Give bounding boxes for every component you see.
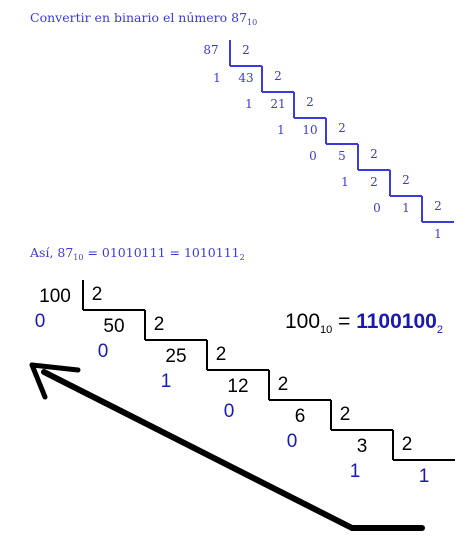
bottom-divisor: 2: [340, 404, 351, 425]
top-dividend: 87: [203, 43, 218, 57]
bottom-remainder: 1: [161, 371, 172, 392]
top-division: Convertir en binario el número 8710 87 2 4…: [29, 10, 454, 262]
top-divisor: 2: [274, 69, 282, 83]
top-final-quotient: 1: [434, 227, 442, 241]
bottom-final-quotient: 1: [419, 466, 430, 487]
top-quotient: 1: [402, 201, 410, 215]
top-quotient: 43: [238, 71, 253, 85]
top-title: Convertir en binario el número 8710: [30, 10, 257, 27]
bottom-quotient: 3: [357, 436, 368, 457]
top-quotient: 5: [338, 149, 346, 163]
bottom-remainder: 0: [35, 311, 46, 332]
bottom-division: 100 250 225 212 26 23 2001001 1 10010 = 1100100…: [29, 280, 455, 531]
top-quotient: 21: [270, 97, 285, 111]
bottom-quotient: 12: [227, 376, 248, 397]
bottom-divisor: 2: [92, 284, 103, 305]
top-remainder: 0: [309, 149, 317, 163]
top-remainder: 0: [373, 201, 381, 215]
top-result: Así, 8710 = 01010111 = 10101112: [29, 245, 245, 262]
bottom-divisor: 2: [402, 434, 413, 455]
bottom-quotient: 25: [165, 346, 186, 367]
top-remainder: 1: [213, 71, 221, 85]
top-divisor: 2: [242, 43, 250, 57]
bottom-remainder: 1: [350, 461, 361, 482]
top-divisor: 2: [338, 121, 346, 135]
bottom-dividend: 100: [39, 286, 71, 307]
bottom-divisor: 2: [154, 314, 165, 335]
bottom-staircase-lines: [82, 280, 455, 461]
bottom-remainder: 0: [98, 341, 109, 362]
arrow-head-upper: [29, 362, 81, 373]
top-divisor: 2: [370, 147, 378, 161]
arrow-shaft: [41, 369, 355, 531]
top-quotient: 2: [370, 175, 378, 189]
top-divisor: 2: [306, 95, 314, 109]
bottom-quotient: 50: [103, 316, 124, 337]
bottom-remainder: 0: [224, 401, 235, 422]
bottom-remainder: 0: [287, 431, 298, 452]
bottom-quotient: 6: [295, 406, 306, 427]
bottom-divisor: 2: [216, 344, 227, 365]
top-staircase-numbers: 87 2431 2211 2101 250 221 210 21: [203, 43, 441, 241]
top-remainder: 1: [341, 175, 349, 189]
bottom-equation: 10010 = 11001002: [285, 310, 443, 336]
bottom-divisor: 2: [278, 374, 289, 395]
binary-conversion-diagram: Convertir en binario el número 8710 87 2 4…: [29, 10, 455, 531]
top-divisor: 2: [402, 173, 410, 187]
top-divisor: 2: [434, 199, 442, 213]
top-quotient: 10: [302, 123, 317, 137]
top-remainder: 1: [245, 97, 253, 111]
top-remainder: 1: [277, 123, 285, 137]
